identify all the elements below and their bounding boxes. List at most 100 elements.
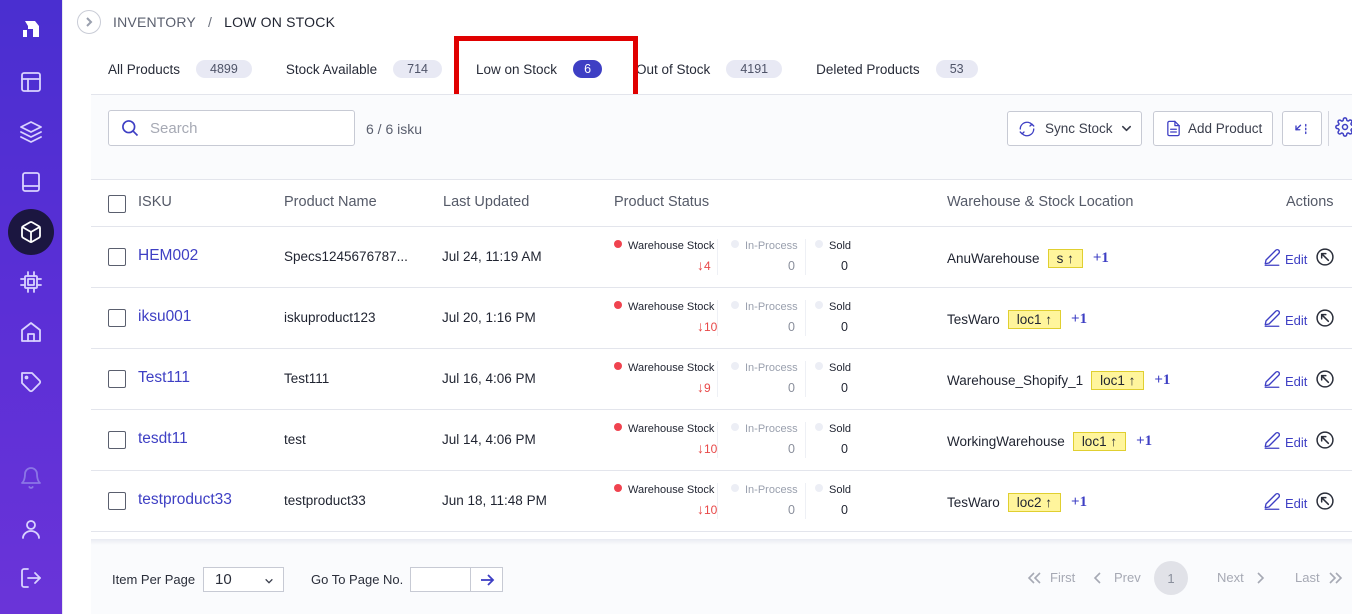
row-checkbox[interactable]	[108, 248, 126, 266]
more-locations-link[interactable]: +1	[1071, 494, 1087, 511]
pencil-icon	[1264, 493, 1280, 510]
edit-button[interactable]: Edit	[1263, 431, 1307, 450]
location-tag[interactable]: s ↑	[1047, 249, 1083, 268]
location-tag[interactable]: loc1 ↑	[1091, 371, 1145, 390]
next-page-button[interactable]: Next	[1217, 570, 1266, 585]
navigate-arrow-icon[interactable]	[1315, 308, 1335, 328]
status-dot-red	[614, 240, 622, 248]
tab-label: Out of Stock	[636, 61, 711, 77]
status-dot-red	[614, 423, 622, 431]
navigate-arrow-icon[interactable]	[1315, 369, 1335, 389]
navigate-arrow-icon[interactable]	[1315, 247, 1335, 267]
in-process-text: In-Process	[745, 301, 798, 313]
navigate-arrow-icon[interactable]	[1315, 430, 1335, 450]
prev-page-button[interactable]: Prev	[1092, 570, 1141, 585]
sold-label: Sold	[815, 301, 851, 313]
more-locations-link[interactable]: +1	[1154, 372, 1170, 389]
double-chevron-right-icon	[1329, 571, 1342, 584]
more-locations-link[interactable]: +1	[1071, 311, 1087, 328]
layers-icon[interactable]	[8, 109, 54, 155]
goto-page-input[interactable]	[410, 567, 471, 592]
search-input[interactable]	[150, 119, 340, 137]
logo-icon[interactable]	[8, 6, 54, 52]
actions-cell: Edit	[1263, 247, 1335, 267]
book-icon[interactable]	[8, 159, 54, 205]
items-per-page-select[interactable]: 10	[203, 567, 284, 592]
tab-stock-available[interactable]: Stock Available 714	[286, 60, 443, 78]
sold-text: Sold	[829, 484, 852, 496]
row-checkbox[interactable]	[108, 370, 126, 388]
sync-icon	[1019, 121, 1035, 136]
header-product-name[interactable]: Product Name	[284, 194, 377, 210]
add-product-button[interactable]: Add Product	[1153, 111, 1273, 146]
last-page-button[interactable]: Last	[1295, 570, 1344, 585]
more-locations-link[interactable]: +1	[1136, 433, 1152, 450]
goto-page-button[interactable]	[470, 567, 503, 592]
table-row: Test111 Test111 Jul 16, 4:06 PM Warehous…	[91, 349, 1352, 410]
select-all-checkbox[interactable]	[108, 195, 126, 213]
location-tag[interactable]: loc1 ↑	[1007, 310, 1062, 329]
inventory-box-icon[interactable]	[8, 209, 54, 255]
edit-button[interactable]: Edit	[1263, 248, 1307, 267]
chip-icon[interactable]	[8, 259, 54, 305]
isku-link[interactable]: tesdt11	[138, 430, 188, 448]
edit-button[interactable]: Edit	[1263, 309, 1307, 328]
edit-button[interactable]: Edit	[1263, 492, 1307, 511]
items-per-page-value: 10	[215, 571, 232, 588]
inventory-table: ISKU Product Name Last Updated Product S…	[91, 179, 1352, 532]
breadcrumb-parent[interactable]: INVENTORY	[113, 14, 196, 30]
sold-label: Sold	[815, 362, 851, 374]
last-updated: Jul 20, 1:16 PM	[442, 310, 536, 325]
last-updated: Jul 16, 4:06 PM	[442, 371, 536, 386]
search-icon	[122, 120, 139, 137]
isku-link[interactable]: iksu001	[138, 308, 191, 326]
expand-sidebar-button[interactable]	[77, 10, 101, 34]
table-header: ISKU Product Name Last Updated Product S…	[91, 179, 1352, 227]
status-divider	[717, 361, 718, 397]
arrow-down-icon: ↓	[697, 257, 704, 273]
arrow-down-icon: ↓	[697, 501, 704, 517]
actions-cell: Edit	[1263, 430, 1335, 450]
arrow-down-icon: ↓	[697, 379, 704, 395]
sold-label: Sold	[815, 423, 851, 435]
edit-label: Edit	[1285, 373, 1308, 389]
sync-stock-button[interactable]: Sync Stock	[1007, 111, 1142, 146]
warehouse-stock-number: 10	[704, 442, 718, 456]
current-page-button[interactable]: 1	[1154, 561, 1188, 595]
first-page-button[interactable]: First	[1026, 570, 1075, 585]
collapse-columns-button[interactable]	[1282, 111, 1322, 146]
more-locations-link[interactable]: +1	[1093, 250, 1109, 267]
user-icon[interactable]	[8, 506, 54, 552]
product-name: Specs1245676787...	[284, 249, 408, 264]
pencil-icon	[1264, 249, 1280, 266]
isku-link[interactable]: HEM002	[138, 247, 198, 265]
header-last-updated[interactable]: Last Updated	[443, 194, 529, 210]
settings-button[interactable]	[1335, 117, 1352, 142]
dashboard-icon[interactable]	[8, 59, 54, 105]
location-tag[interactable]: loc2 ↑	[1007, 493, 1062, 512]
in-process-label: In-Process	[731, 484, 798, 496]
row-checkbox[interactable]	[108, 492, 126, 510]
home-icon[interactable]	[8, 309, 54, 355]
logout-icon[interactable]	[8, 555, 54, 601]
tab-label: All Products	[108, 61, 181, 77]
sold-text: Sold	[829, 362, 852, 374]
tag-icon[interactable]	[8, 359, 54, 405]
arrow-up-icon: ↑	[1041, 495, 1053, 510]
bell-icon[interactable]	[8, 455, 54, 501]
row-checkbox[interactable]	[108, 309, 126, 327]
tab-deleted-products[interactable]: Deleted Products 53	[816, 60, 978, 78]
tab-all-products[interactable]: All Products 4899	[108, 60, 252, 78]
tab-out-of-stock[interactable]: Out of Stock 4191	[636, 60, 783, 78]
double-chevron-left-icon	[1027, 571, 1041, 584]
isku-link[interactable]: testproduct33	[138, 491, 232, 509]
actions-cell: Edit	[1263, 491, 1335, 511]
status-dot-grey	[731, 362, 739, 370]
location-tag[interactable]: loc1 ↑	[1072, 432, 1127, 451]
location-name: loc1	[1016, 312, 1042, 327]
edit-button[interactable]: Edit	[1263, 370, 1307, 389]
row-checkbox[interactable]	[108, 431, 126, 449]
navigate-arrow-icon[interactable]	[1315, 491, 1335, 511]
isku-link[interactable]: Test111	[138, 369, 190, 387]
header-isku[interactable]: ISKU	[138, 194, 172, 210]
